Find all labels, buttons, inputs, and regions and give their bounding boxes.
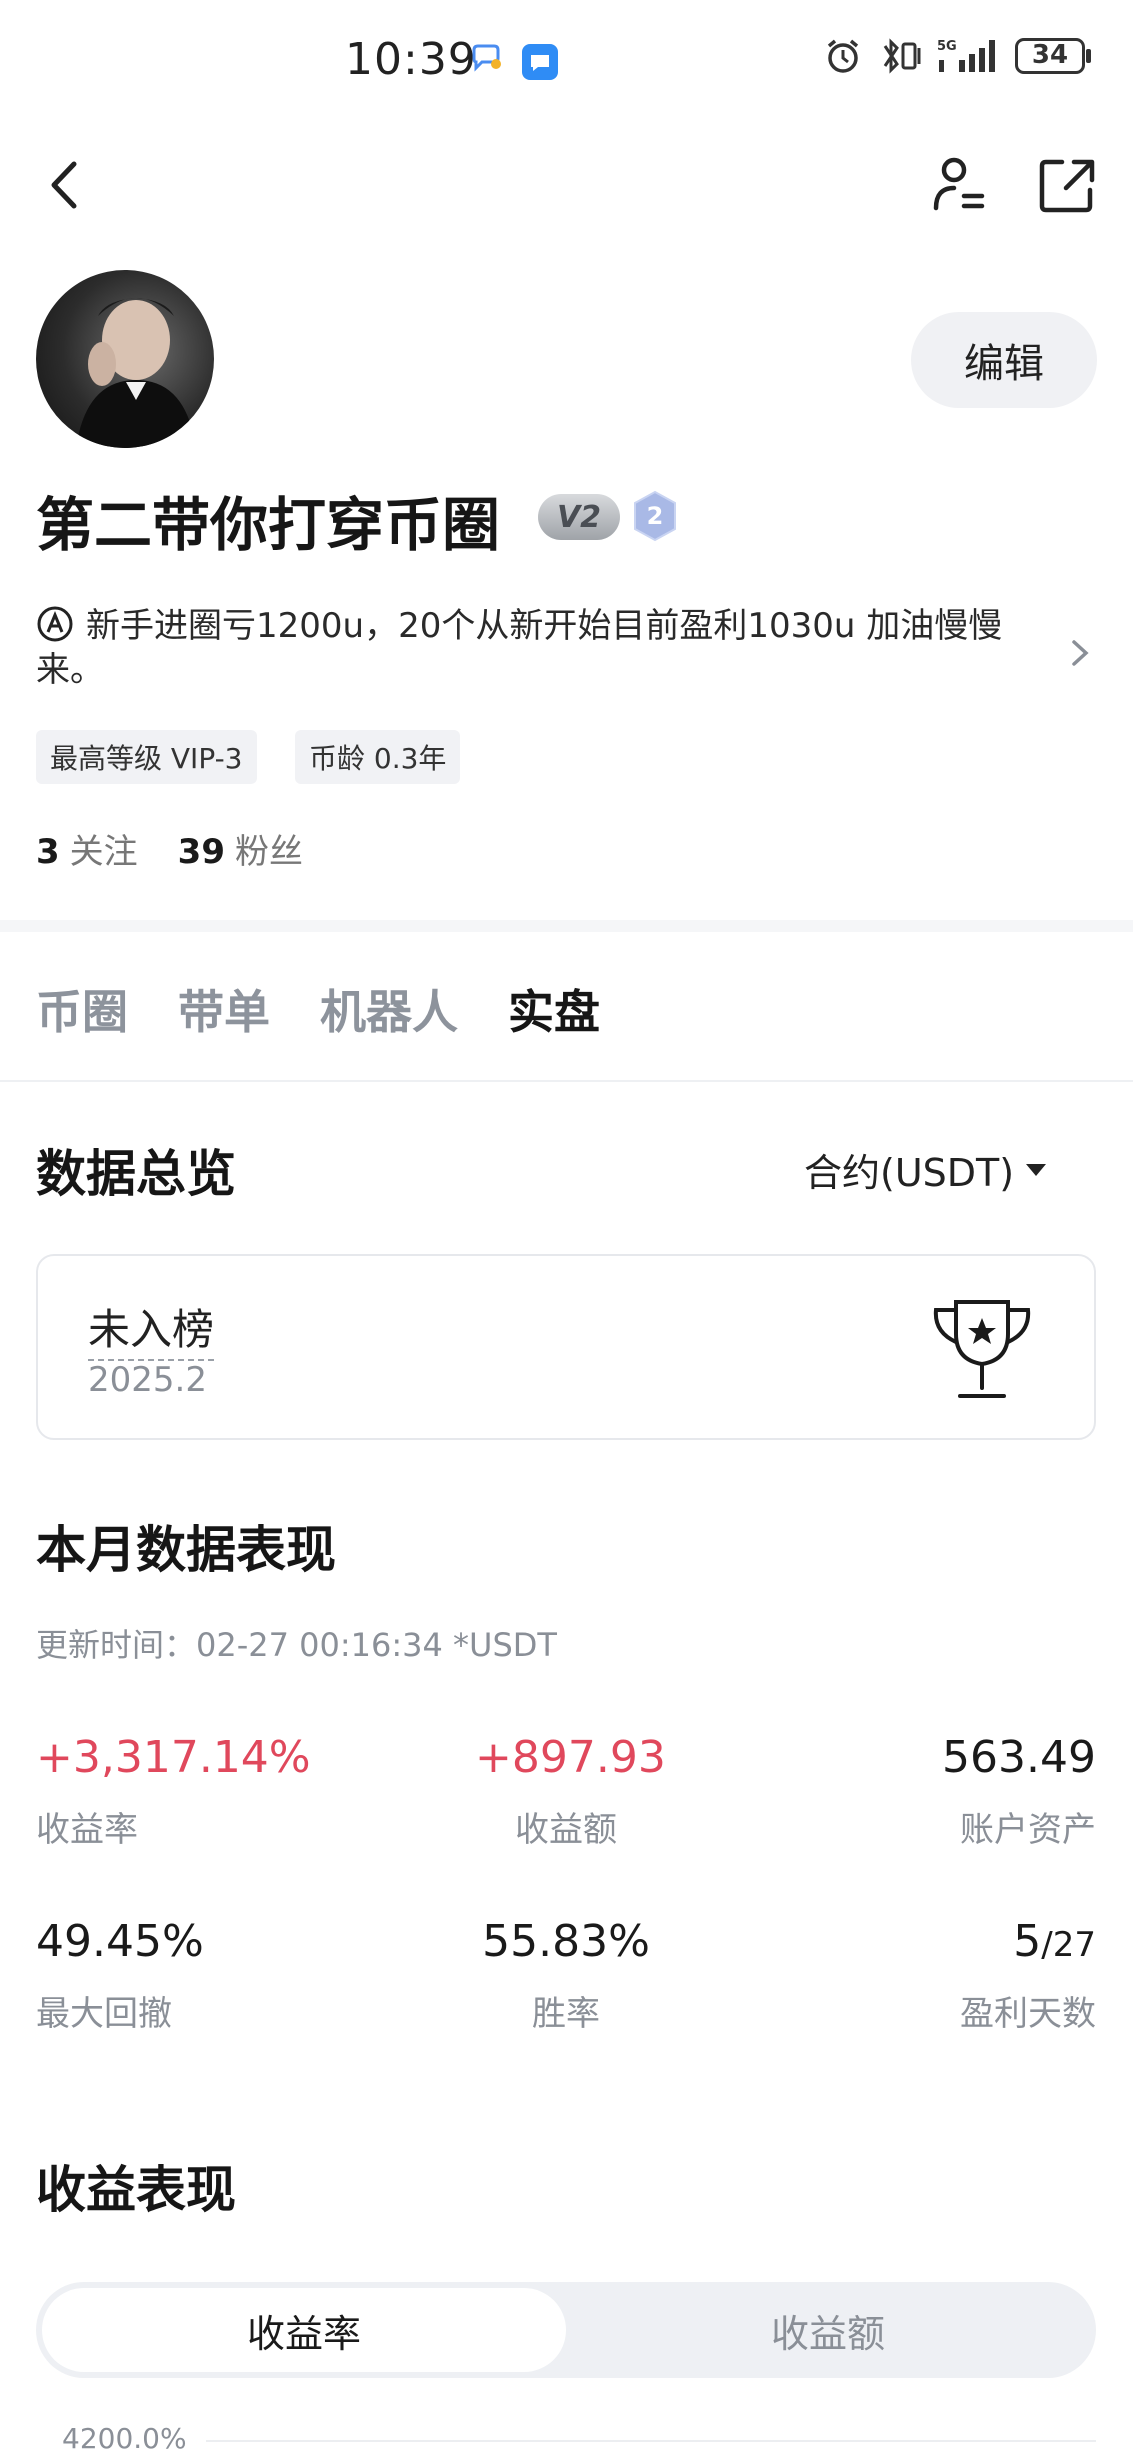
stat-assets-value: 563.49 xyxy=(942,1732,1096,1783)
battery-level: 34 xyxy=(1031,40,1069,70)
segment-return-rate[interactable]: 收益率 xyxy=(42,2288,566,2372)
earnings-segmented-control: 收益率 收益额 xyxy=(36,2282,1096,2378)
stat-profit-value: +897.93 xyxy=(475,1732,666,1783)
svg-text:2: 2 xyxy=(647,502,664,530)
stat-drawdown-label: 最大回撤 xyxy=(36,1994,172,2034)
update-time: 更新时间：02-27 00:16:34 *USDT xyxy=(36,1626,557,1664)
signal-5g-icon: 5G xyxy=(937,39,995,72)
monthly-title: 本月数据表现 xyxy=(36,1521,336,1579)
contract-dropdown[interactable]: 合约(USDT) xyxy=(804,1142,1048,1197)
level-badge: 2 xyxy=(632,490,678,542)
battery-icon: 34 xyxy=(1015,36,1093,76)
share-icon[interactable] xyxy=(1036,150,1096,220)
username: 第二带你打穿币圈 xyxy=(36,491,501,559)
tab-coin-circle[interactable]: 币圈 xyxy=(36,976,128,1042)
bio[interactable]: 新手进圈亏1200u，20个从新开始目前盈利1030u 加油慢慢来。 xyxy=(36,604,1036,692)
segment-profit-amount[interactable]: 收益额 xyxy=(566,2288,1090,2372)
section-divider xyxy=(0,920,1133,932)
edit-profile-button[interactable]: 编辑 xyxy=(911,312,1097,408)
avatar[interactable] xyxy=(36,270,214,448)
svg-text:5G: 5G xyxy=(937,39,957,54)
user-manage-icon[interactable] xyxy=(930,150,990,220)
rank-card[interactable]: 未入榜 2025.2 xyxy=(36,1254,1096,1440)
bluetooth-vibrate-icon xyxy=(883,38,921,74)
rank-status: 未入榜 xyxy=(88,1296,215,1361)
followers-link[interactable]: 39 粉丝 xyxy=(178,824,303,873)
stat-winrate-label: 胜率 xyxy=(532,1994,600,2034)
status-time: 10:39 xyxy=(345,34,477,85)
chart-axis-label: 4200.0% xyxy=(62,2422,187,2453)
alarm-icon xyxy=(827,39,859,73)
tag-max-level: 最高等级 VIP-3 xyxy=(36,730,257,784)
chevron-right-icon[interactable] xyxy=(1068,636,1092,670)
earnings-title: 收益表现 xyxy=(36,2161,236,2219)
stat-profit-days-value: 5/27 xyxy=(1013,1916,1096,1967)
stat-return-rate-value: +3,317.14% xyxy=(36,1732,311,1783)
stat-return-rate-label: 收益率 xyxy=(36,1810,138,1850)
avatar-a-icon xyxy=(36,605,74,643)
contract-label: 合约(USDT) xyxy=(804,1151,1015,1195)
vip-badge: V2 xyxy=(538,494,620,540)
overview-title: 数据总览 xyxy=(36,1145,236,1203)
stat-assets-label: 账户资产 xyxy=(960,1810,1096,1850)
tab-divider xyxy=(0,1080,1133,1082)
stat-profit-days-label: 盈利天数 xyxy=(960,1994,1096,2034)
status-icons: 5G 34 xyxy=(823,36,1093,76)
tag-coin-age: 币龄 0.3年 xyxy=(295,730,461,784)
back-button[interactable] xyxy=(40,150,90,220)
stat-profit-label: 收益额 xyxy=(515,1810,617,1850)
tab-live-trading[interactable]: 实盘 xyxy=(508,976,600,1042)
bio-text: 新手进圈亏1200u，20个从新开始目前盈利1030u 加油慢慢来。 xyxy=(36,606,1003,690)
rank-period: 2025.2 xyxy=(88,1360,207,1400)
chart-grid-line xyxy=(206,2440,1096,2442)
chat-bubble-icon xyxy=(470,44,504,78)
caret-down-icon xyxy=(1026,1163,1047,1176)
tab-copy-trading[interactable]: 带单 xyxy=(178,976,270,1042)
follow-stats: 3 关注 39 粉丝 xyxy=(36,824,303,873)
trophy-icon xyxy=(922,1292,1042,1404)
tab-bar: 币圈 带单 机器人 实盘 xyxy=(36,976,600,1042)
stat-winrate-value: 55.83% xyxy=(482,1916,650,1967)
stat-drawdown-value: 49.45% xyxy=(36,1916,204,1967)
message-app-icon xyxy=(522,44,558,80)
tab-bots[interactable]: 机器人 xyxy=(320,976,458,1042)
following-link[interactable]: 3 关注 xyxy=(36,824,138,873)
